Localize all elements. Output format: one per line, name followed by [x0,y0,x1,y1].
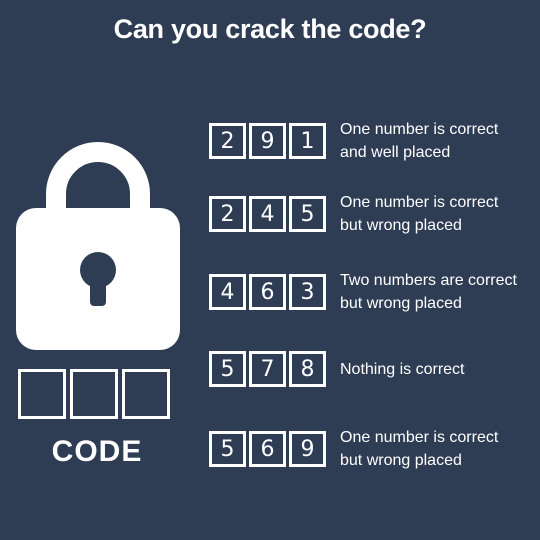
digit-box: 6 [249,431,286,467]
clue-hint: Nothing is correct [340,358,530,381]
digit-box: 5 [209,351,246,387]
hint-line-1: One number is correct [340,194,499,211]
digit-box: 7 [249,351,286,387]
page-title: Can you crack the code? [113,14,427,44]
clue-hint: One number is correct but wrong placed [340,426,530,472]
clue-digits: 5 6 9 [209,431,326,467]
hint-line-1: Two numbers are correct [340,272,517,289]
digit-box: 3 [289,274,326,310]
digit-box: 6 [249,274,286,310]
digit-box: 2 [209,123,246,159]
hint-line-2: and well placed [340,144,451,161]
clue-digits: 5 7 8 [209,351,326,387]
digit-box: 5 [209,431,246,467]
digit-box: 9 [249,123,286,159]
digit-box: 1 [289,123,326,159]
clue-4: 5 7 8 Nothing is correct [209,348,530,390]
digit-box: 5 [289,196,326,232]
code-slot-2[interactable] [70,369,118,419]
code-label: CODE [51,435,143,468]
digit-box: 2 [209,196,246,232]
clue-1: 2 9 1 One number is correct and well pla… [209,120,530,162]
hint-line-2: but wrong placed [340,217,462,234]
clue-3: 4 6 3 Two numbers are correct but wrong … [209,271,530,313]
digit-box: 4 [209,274,246,310]
clue-digits: 2 9 1 [209,123,326,159]
hint-line-1: Nothing is correct [340,360,465,378]
digit-box: 4 [249,196,286,232]
digit-box: 8 [289,351,326,387]
clue-digits: 4 6 3 [209,274,326,310]
hint-line-2: but wrong placed [340,295,462,312]
clue-2: 2 4 5 One number is correct but wrong pl… [209,193,530,235]
code-slot-3[interactable] [122,369,170,419]
hint-line-1: One number is correct [340,121,499,138]
padlock-icon [16,142,180,350]
clue-5: 5 6 9 One number is correct but wrong pl… [209,428,530,470]
clue-hint: One number is correct but wrong placed [340,191,530,237]
hint-line-2: but wrong placed [340,452,462,469]
hint-line-1: One number is correct [340,429,499,446]
clue-hint: One number is correct and well placed [340,118,530,164]
digit-box: 9 [289,431,326,467]
clue-digits: 2 4 5 [209,196,326,232]
code-slot-1[interactable] [18,369,66,419]
clue-hint: Two numbers are correct but wrong placed [340,269,530,315]
code-input-boxes [18,369,170,419]
